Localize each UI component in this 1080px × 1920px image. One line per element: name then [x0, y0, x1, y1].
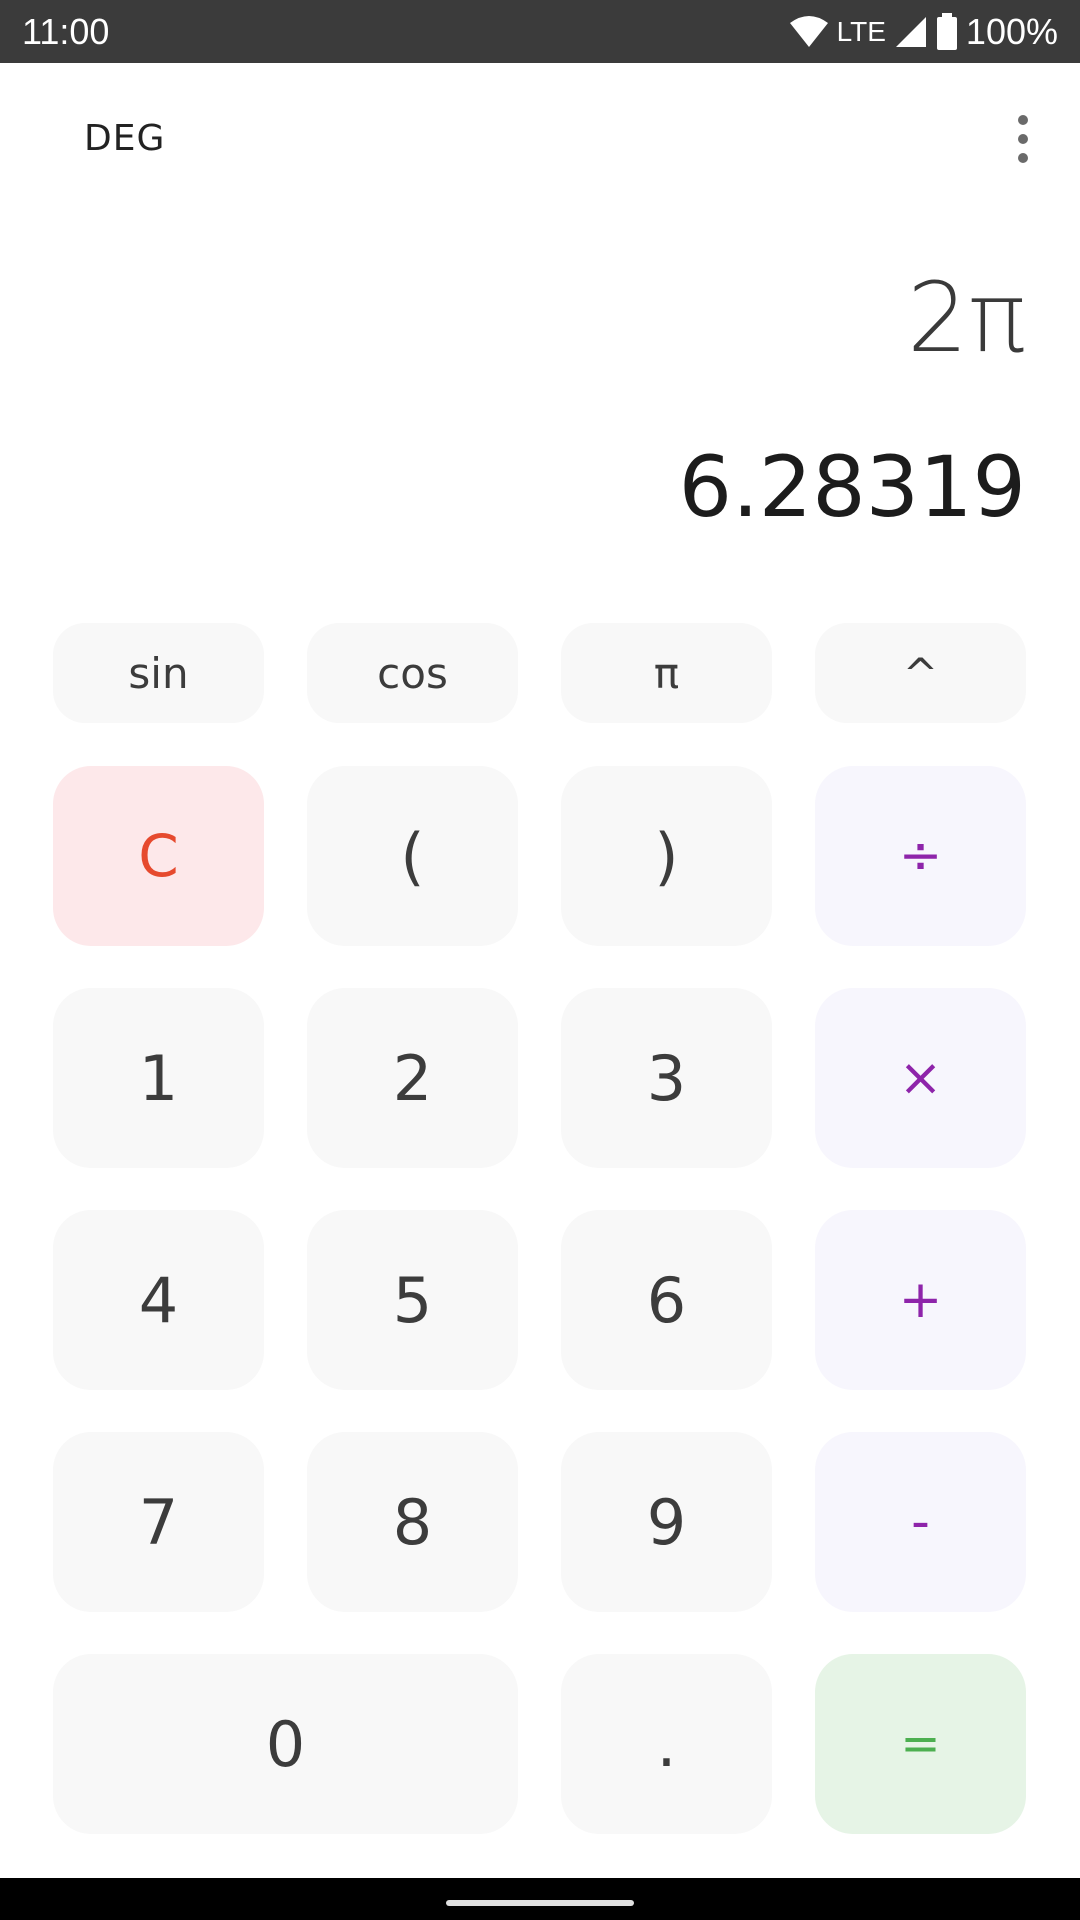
- sin-button[interactable]: sin: [53, 623, 264, 723]
- digit-8-button[interactable]: 8: [307, 1432, 518, 1612]
- multiply-button[interactable]: ×: [815, 988, 1026, 1168]
- digit-5-button[interactable]: 5: [307, 1210, 518, 1390]
- digit-3-button[interactable]: 3: [561, 988, 772, 1168]
- status-time: 11:00: [22, 11, 110, 52]
- cos-button[interactable]: cos: [307, 623, 518, 723]
- status-icons: LTE 100%: [789, 10, 1058, 54]
- battery-percent: 100%: [965, 11, 1058, 52]
- angle-mode-toggle[interactable]: DEG: [84, 118, 165, 159]
- navigation-bar: [0, 1878, 1080, 1920]
- menu-dot: [1018, 153, 1028, 163]
- wifi-icon: [789, 16, 828, 47]
- menu-dot: [1018, 115, 1028, 125]
- clear-button[interactable]: C: [53, 766, 264, 946]
- pi-button[interactable]: π: [561, 623, 772, 723]
- digit-6-button[interactable]: 6: [561, 1210, 772, 1390]
- close-paren-button[interactable]: ): [561, 766, 772, 946]
- digit-2-button[interactable]: 2: [307, 988, 518, 1168]
- network-type: LTE: [836, 16, 886, 47]
- battery-icon: [936, 13, 957, 50]
- digit-0-button[interactable]: 0: [53, 1654, 518, 1834]
- plus-button[interactable]: +: [815, 1210, 1026, 1390]
- digit-1-button[interactable]: 1: [53, 988, 264, 1168]
- result-display: 6.28319: [678, 438, 1026, 536]
- expression-display: 2π: [907, 262, 1026, 374]
- cell-signal-icon: [895, 17, 926, 47]
- minus-button[interactable]: -: [815, 1432, 1026, 1612]
- digit-7-button[interactable]: 7: [53, 1432, 264, 1612]
- home-gesture-handle[interactable]: [446, 1900, 634, 1906]
- digit-4-button[interactable]: 4: [53, 1210, 264, 1390]
- power-button[interactable]: ^: [815, 623, 1026, 723]
- divide-button[interactable]: ÷: [815, 766, 1026, 946]
- app-toolbar: DEG: [0, 63, 1080, 223]
- open-paren-button[interactable]: (: [307, 766, 518, 946]
- status-bar: 11:00 LTE 100%: [0, 0, 1080, 63]
- more-vert-icon[interactable]: [1000, 103, 1046, 175]
- menu-dot: [1018, 134, 1028, 144]
- digit-9-button[interactable]: 9: [561, 1432, 772, 1612]
- decimal-button[interactable]: .: [561, 1654, 772, 1834]
- equals-button[interactable]: =: [815, 1654, 1026, 1834]
